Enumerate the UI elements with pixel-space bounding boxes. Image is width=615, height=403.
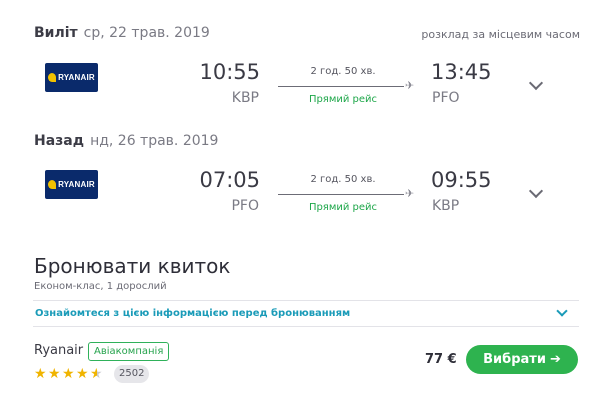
route-line — [278, 194, 404, 195]
local-time-note: розклад за місцевим часом — [421, 28, 580, 41]
outbound-date: ср, 22 трав. 2019 — [83, 25, 210, 41]
pre-booking-info-link[interactable]: Ознайомтеся з цією інформацією перед бро… — [35, 308, 350, 319]
airline-badge: Авіакомпанія — [88, 342, 170, 361]
outbound-header: Виліт ср, 22 трав. 2019 — [34, 25, 210, 41]
logo-text: RYANAIR — [58, 180, 95, 189]
star-icon: ★ — [34, 366, 47, 382]
plane-icon: ✈ — [405, 187, 415, 200]
offer-price: 77 € — [425, 352, 457, 367]
route-line — [278, 86, 404, 87]
plane-icon: ✈ — [405, 79, 415, 92]
departure-time: 07:05 — [199, 168, 260, 192]
arrow-right-icon: ➔ — [549, 352, 561, 367]
booking-subtitle: Економ-клас, 1 дорослий — [34, 281, 167, 292]
star-icon: ★ — [62, 366, 75, 382]
arrival-code: KBP — [432, 198, 460, 214]
logo-text: RYANAIR — [58, 73, 95, 82]
return-date: нд, 26 трав. 2019 — [90, 133, 219, 149]
ryanair-logo: RYANAIR — [45, 63, 98, 92]
direct-flight-label: Прямий рейс — [308, 202, 378, 213]
half-star-icon: ★ — [90, 366, 103, 382]
rating-stars: ★ ★ ★ ★ ★ — [34, 367, 104, 381]
arrival-code: PFO — [432, 90, 460, 106]
select-offer-button[interactable]: Вибрати ➔ — [466, 345, 578, 374]
expand-chevron-icon[interactable] — [528, 75, 544, 91]
return-direction: Назад — [34, 133, 85, 149]
departure-time: 10:55 — [199, 60, 260, 84]
booking-title: Бронювати квиток — [34, 254, 231, 278]
outbound-direction: Виліт — [34, 25, 78, 41]
flight-duration: 2 год. 50 хв. — [310, 66, 376, 77]
expand-chevron-icon[interactable] — [528, 183, 544, 199]
flight-duration: 2 год. 50 хв. — [310, 174, 376, 185]
offer-airline-name: Ryanair — [34, 343, 84, 358]
direct-flight-label: Прямий рейс — [308, 94, 378, 105]
harp-icon — [48, 180, 57, 189]
pre-booking-info-toggle[interactable]: Ознайомтеся з цією інформацією перед бро… — [33, 300, 579, 327]
chevron-down-icon[interactable] — [556, 305, 568, 317]
harp-icon — [48, 73, 57, 82]
arrival-time: 09:55 — [431, 168, 492, 192]
return-header: Назад нд, 26 трав. 2019 — [34, 133, 218, 149]
select-button-label: Вибрати — [483, 352, 546, 367]
departure-code: PFO — [231, 198, 259, 214]
review-count: 2502 — [114, 365, 150, 383]
departure-code: KBP — [231, 90, 259, 106]
star-icon: ★ — [76, 366, 89, 382]
arrival-time: 13:45 — [431, 60, 492, 84]
star-icon: ★ — [48, 366, 61, 382]
ryanair-logo: RYANAIR — [45, 170, 98, 199]
